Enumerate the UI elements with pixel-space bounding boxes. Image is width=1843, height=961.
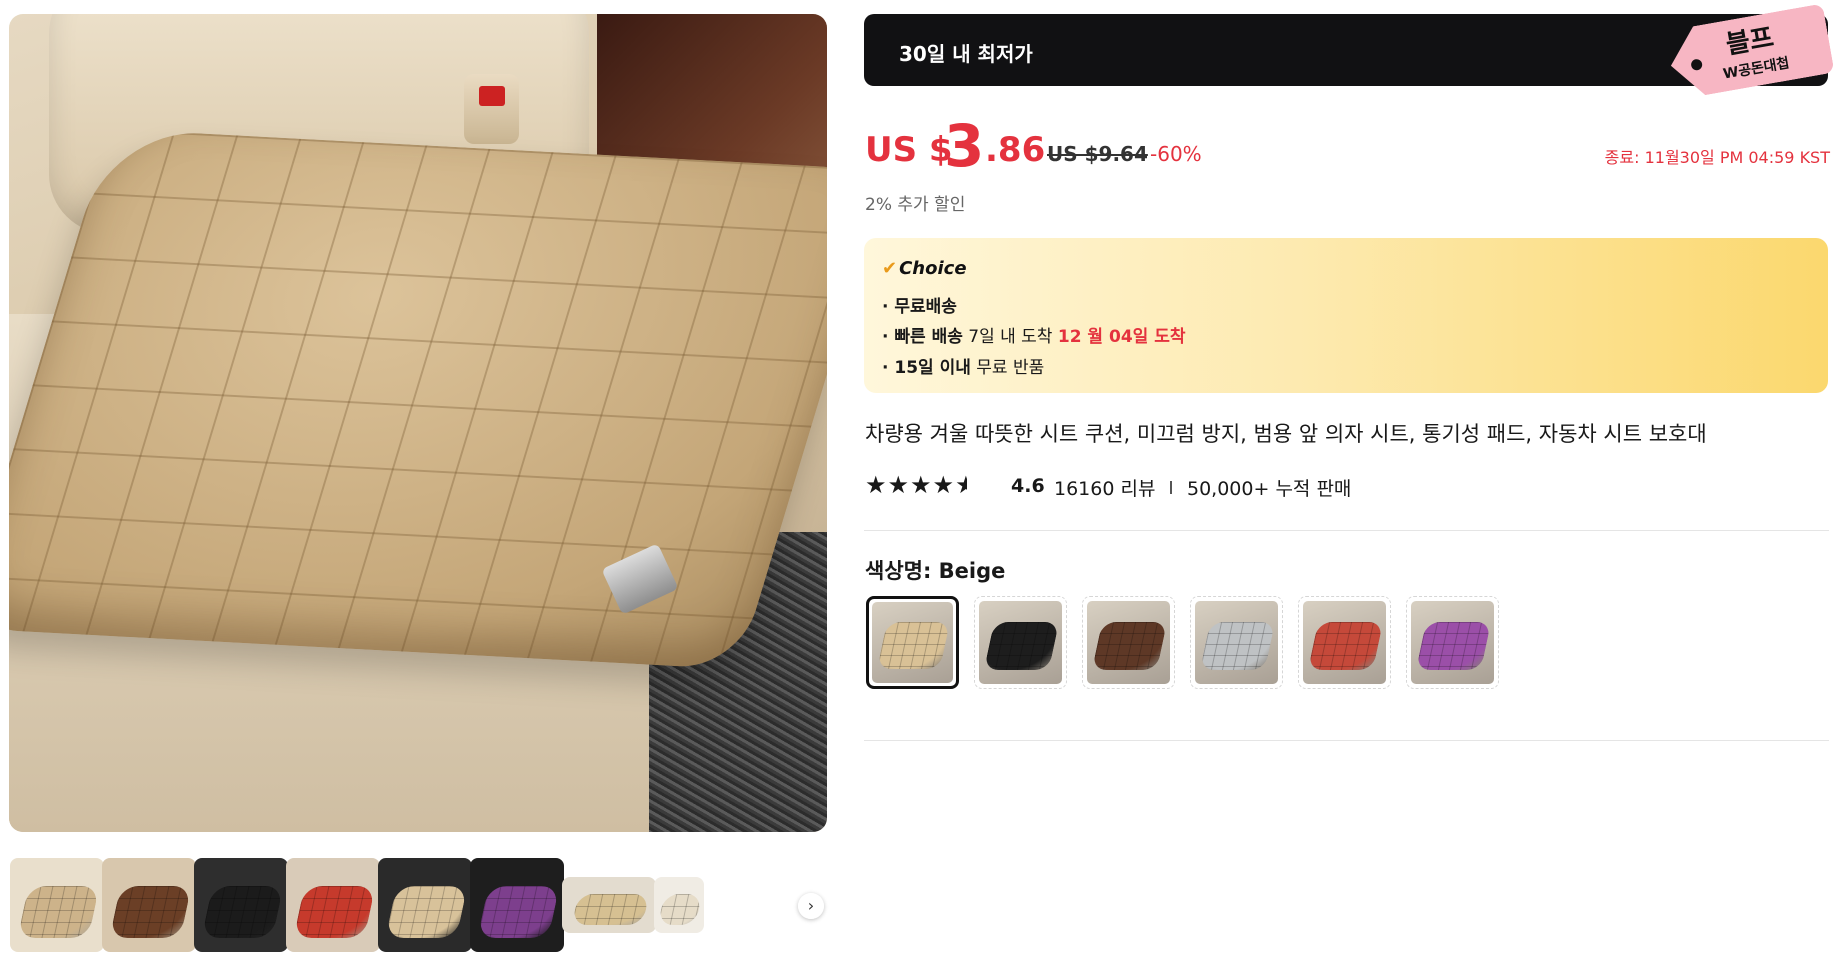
seat-cushion-shape: [9, 128, 827, 670]
thumbnail-beige-wide[interactable]: [562, 877, 656, 933]
promo-label: 30일 내 최저가: [899, 42, 1033, 66]
thumbnail-beige-front-rear[interactable]: [378, 858, 472, 952]
thumbnail-seat-shape: [17, 886, 100, 938]
thumbnail-brown[interactable]: [102, 858, 196, 952]
color-swatch-beige[interactable]: [866, 596, 959, 689]
thumbnail-partial[interactable]: [654, 877, 704, 933]
extra-discount: 2% 추가 할인: [865, 195, 966, 215]
free-return-text: 무료 반품: [970, 358, 1045, 378]
price-currency: US $: [865, 130, 953, 170]
sale-end-time: 종료: 11월30일 PM 04:59 KST: [1604, 148, 1830, 167]
color-swatch-red[interactable]: [1298, 596, 1391, 689]
swatch-image: [1087, 601, 1170, 684]
swatch-seat-shape: [1091, 621, 1167, 670]
choice-title: ✔ Choice: [882, 258, 967, 279]
swatch-seat-shape: [876, 622, 950, 670]
price-decimal: .86: [985, 130, 1046, 170]
thumbnail-seat-shape: [201, 886, 284, 938]
thumbnail-seat-shape: [571, 893, 649, 925]
price-integer: 3: [944, 112, 985, 180]
color-swatch-gray[interactable]: [1190, 596, 1283, 689]
thumbnail-seat-shape: [109, 886, 192, 938]
color-swatch-purple[interactable]: [1406, 596, 1499, 689]
chevron-right-icon[interactable]: ›: [798, 893, 824, 919]
buckle-button-shape: [479, 86, 505, 106]
thumbnail-beige[interactable]: [10, 858, 104, 952]
rating-row: ★★★★★ 4.6 16160 리뷰 50,000+ 누적 판매: [865, 471, 1565, 501]
free-shipping-line: · 무료배송: [882, 292, 957, 317]
price-row: US $ 3 .86 US $9.64 -60% 종료: 11월30일 PM 0…: [865, 112, 1830, 180]
review-count-link[interactable]: 16160 리뷰: [1054, 474, 1155, 501]
color-swatch-brown[interactable]: [1082, 596, 1175, 689]
color-swatch-black[interactable]: [974, 596, 1067, 689]
swatch-seat-shape: [1199, 621, 1275, 670]
free-return-line: · 15일 이내 무료 반품: [882, 353, 1044, 378]
swatch-image: [1411, 601, 1494, 684]
swatch-image: [1303, 601, 1386, 684]
main-product-image[interactable]: [9, 14, 827, 832]
swatch-image: [979, 601, 1062, 684]
thumbnail-seat-shape: [477, 886, 560, 938]
discount-percent: -60%: [1150, 142, 1202, 166]
check-icon: ✔: [882, 258, 898, 279]
fast-delivery-line: · 빠른 배송 7일 내 도착 12 월 04일 도착: [882, 322, 1186, 347]
sold-count: 50,000+ 누적 판매: [1187, 478, 1352, 500]
swatch-image: [872, 602, 953, 683]
thumbnail-seat-shape: [293, 886, 376, 938]
rating-stars-icon[interactable]: ★★★★★: [865, 471, 967, 499]
product-title: 차량용 겨울 따뜻한 시트 쿠션, 미끄럼 방지, 범용 앞 의자 시트, 통기…: [865, 422, 1707, 446]
thumbnail-strip: ›: [10, 858, 828, 952]
free-return-label: · 15일 이내: [882, 358, 971, 378]
divider: [864, 740, 1829, 741]
swatch-seat-shape: [983, 621, 1059, 670]
divider: [1170, 481, 1172, 494]
choice-benefits-box: ✔ Choice · 무료배송 · 빠른 배송 7일 내 도착 12 월 04일 …: [864, 238, 1828, 393]
swatch-image: [1195, 601, 1278, 684]
thumbnail-seat-shape: [385, 886, 468, 938]
swatch-seat-shape: [1307, 621, 1383, 670]
thumbnail-multicolor[interactable]: [470, 858, 564, 952]
thumbnail-red[interactable]: [286, 858, 380, 952]
free-shipping-text: · 무료배송: [882, 297, 957, 317]
divider: [864, 530, 1829, 531]
sale-tag-badge: 블프 W공돈대첩: [1643, 0, 1843, 117]
swatch-seat-shape: [1415, 621, 1491, 670]
rating-value: 4.6: [1011, 475, 1045, 497]
delivery-date: 12 월 04일 도착: [1057, 327, 1186, 347]
color-label: 색상명: Beige: [865, 559, 1006, 583]
full-stars: ★★★★: [865, 471, 956, 499]
thumbnail-seat-shape: [657, 893, 702, 925]
thumbnail-black[interactable]: [194, 858, 288, 952]
original-price: US $9.64: [1047, 142, 1148, 166]
half-star-icon: ★: [955, 471, 968, 499]
fast-delivery-label: · 빠른 배송: [882, 327, 963, 347]
fast-delivery-days: 7일 내 도착: [962, 327, 1058, 347]
choice-label: Choice: [899, 258, 967, 279]
seatbelt-buckle-shape: [464, 74, 519, 144]
